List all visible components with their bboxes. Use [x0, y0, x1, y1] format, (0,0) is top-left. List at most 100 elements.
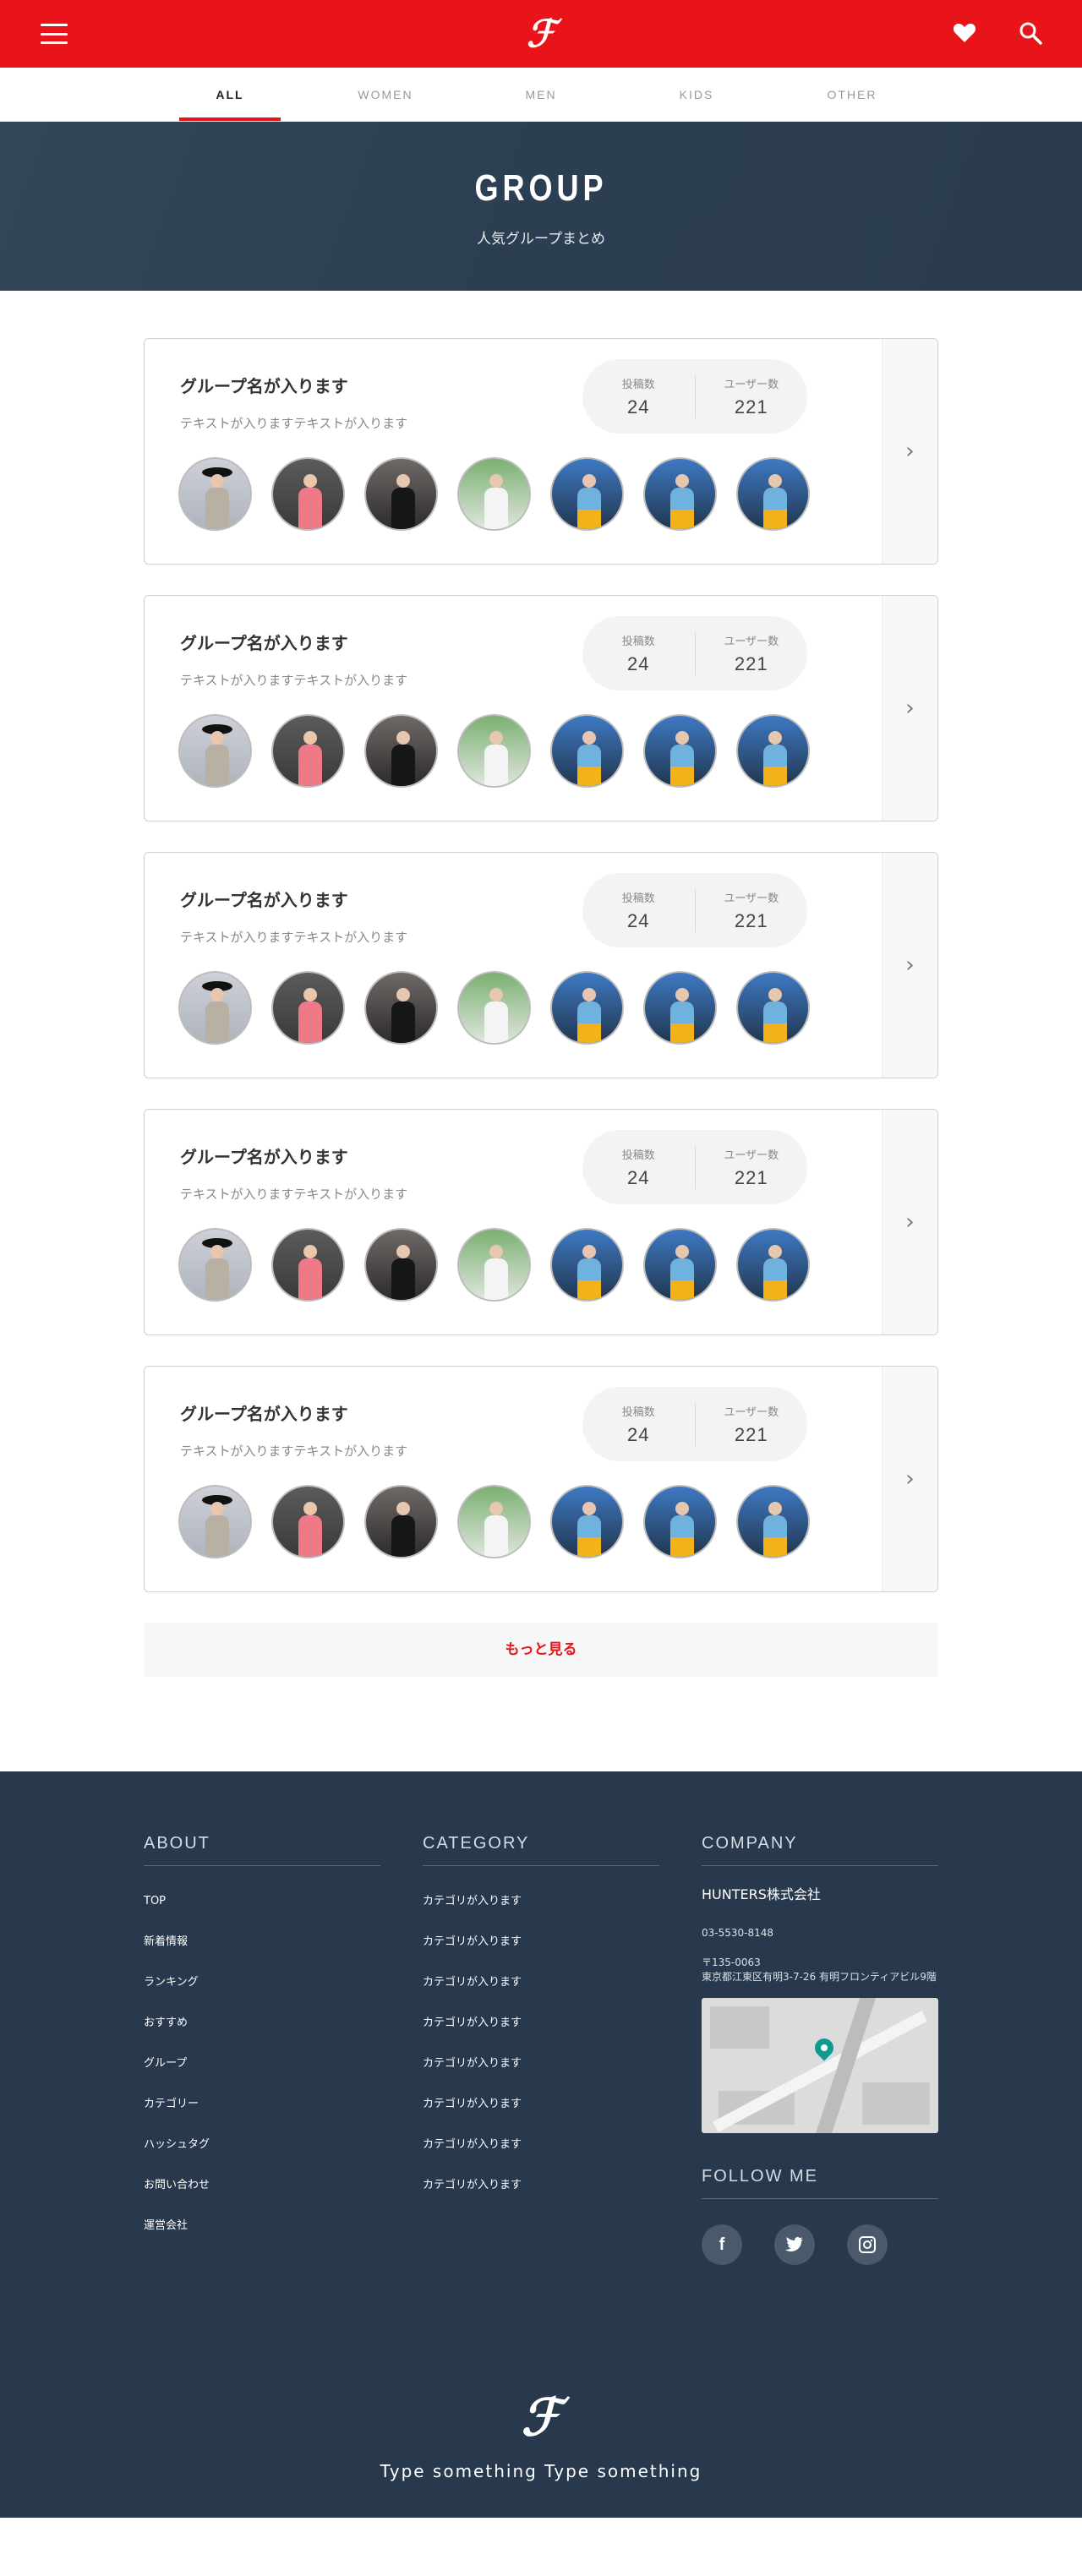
page-subtitle: 人気グループまとめ: [477, 231, 605, 248]
member-avatars: [178, 1228, 810, 1302]
site-logo[interactable]: ℱ: [527, 13, 556, 56]
member-avatar: [643, 714, 717, 788]
member-avatar: [550, 1228, 624, 1302]
group-card-body: グループ名が入ります テキストが入りますテキストが入ります 投稿数 24 ユーザ…: [145, 853, 882, 1078]
group-card[interactable]: グループ名が入ります テキストが入りますテキストが入ります 投稿数 24 ユーザ…: [144, 1109, 938, 1335]
member-avatar: [736, 971, 810, 1045]
chevron-right-icon[interactable]: ›: [882, 596, 937, 821]
footer-category-link[interactable]: カテゴリが入ります: [423, 2084, 659, 2125]
footer-category-link[interactable]: カテゴリが入ります: [423, 1922, 659, 1962]
avatar-head: [768, 731, 782, 745]
users-label: ユーザー数: [724, 378, 779, 391]
instagram-icon[interactable]: [847, 2224, 888, 2265]
footer-category-link[interactable]: カテゴリが入ります: [423, 2044, 659, 2084]
avatar-body: [484, 1001, 508, 1043]
avatar-head: [303, 1502, 317, 1515]
twitter-icon[interactable]: [774, 2224, 815, 2265]
avatar-head: [396, 474, 410, 488]
footer-logo[interactable]: ℱ: [0, 2388, 1082, 2448]
footer-about-link[interactable]: ランキング: [144, 1962, 380, 2003]
footer-about-link[interactable]: おすすめ: [144, 2003, 380, 2044]
footer-about-link[interactable]: 運営会社: [144, 2206, 380, 2246]
group-card[interactable]: グループ名が入ります テキストが入りますテキストが入ります 投稿数 24 ユーザ…: [144, 1366, 938, 1592]
posts-label: 投稿数: [621, 378, 655, 391]
avatar-body: [391, 488, 415, 529]
member-avatar: [457, 1485, 531, 1558]
hamburger-icon[interactable]: [41, 20, 68, 47]
tab-men[interactable]: MEN: [463, 68, 619, 121]
member-avatar: [457, 714, 531, 788]
footer-category-link[interactable]: カテゴリが入ります: [423, 2003, 659, 2044]
avatar-head: [396, 1502, 410, 1515]
footer-about-link[interactable]: TOP: [144, 1881, 380, 1922]
member-avatar: [736, 1485, 810, 1558]
member-avatar: [550, 457, 624, 531]
member-avatar: [178, 457, 252, 531]
map-block: [710, 2006, 769, 2049]
social-links: f: [702, 2224, 938, 2265]
load-more-button[interactable]: もっと見る: [144, 1623, 938, 1677]
group-card-body: グループ名が入ります テキストが入りますテキストが入ります 投稿数 24 ユーザ…: [145, 1110, 882, 1334]
member-avatar: [364, 1485, 438, 1558]
group-card[interactable]: グループ名が入ります テキストが入りますテキストが入ります 投稿数 24 ユーザ…: [144, 595, 938, 821]
users-label: ユーザー数: [724, 1149, 779, 1162]
avatar-body: [391, 1258, 415, 1300]
footer-about-link[interactable]: お問い合わせ: [144, 2165, 380, 2206]
chevron-right-icon[interactable]: ›: [882, 853, 937, 1078]
users-count: 221: [734, 396, 768, 418]
footer-about-link[interactable]: 新着情報: [144, 1922, 380, 1962]
avatar-body: [391, 1515, 415, 1557]
group-card[interactable]: グループ名が入ります テキストが入りますテキストが入ります 投稿数 24 ユーザ…: [144, 338, 938, 565]
facebook-icon[interactable]: f: [702, 2224, 742, 2265]
avatar-body: [391, 745, 415, 786]
menu-bar: [41, 24, 68, 26]
avatar-head: [489, 731, 503, 745]
avatar-body: [577, 488, 601, 529]
avatar-head: [210, 1245, 224, 1258]
footer-category: CATEGORY カテゴリが入ります カテゴリが入ります カテゴリが入ります カテゴリ…: [423, 1834, 659, 2265]
member-avatar: [271, 1485, 345, 1558]
tab-all[interactable]: ALL: [152, 68, 308, 121]
footer-about-link[interactable]: グループ: [144, 2044, 380, 2084]
member-avatar: [550, 971, 624, 1045]
group-stats: 投稿数 24 ユーザー数 221: [582, 359, 807, 434]
member-avatars: [178, 971, 810, 1045]
footer-tagline: Type something Type something: [380, 2461, 702, 2481]
users-stat: ユーザー数 221: [694, 374, 808, 418]
avatar-body: [205, 488, 229, 529]
tab-kids[interactable]: KIDS: [619, 68, 774, 121]
users-label: ユーザー数: [724, 635, 779, 648]
footer-category-link[interactable]: カテゴリが入ります: [423, 2165, 659, 2206]
footer-category-link[interactable]: カテゴリが入ります: [423, 2125, 659, 2165]
tab-other[interactable]: OTHER: [774, 68, 930, 121]
avatar-body: [205, 745, 229, 786]
footer-category-link[interactable]: カテゴリが入ります: [423, 1962, 659, 2003]
users-stat: ユーザー数 221: [694, 631, 808, 675]
chevron-right-icon[interactable]: ›: [882, 1110, 937, 1334]
company-map[interactable]: [702, 1998, 938, 2133]
avatar-body: [298, 1515, 322, 1557]
about-links: TOP 新着情報 ランキング おすすめ グループ カテゴリー ハッシュタグ お問い合わせ 運営会…: [144, 1881, 380, 2246]
member-avatar: [643, 1485, 717, 1558]
member-avatar: [736, 1228, 810, 1302]
search-icon[interactable]: [1016, 19, 1045, 47]
chevron-right-icon[interactable]: ›: [882, 339, 937, 564]
footer-about-link[interactable]: カテゴリー: [144, 2084, 380, 2125]
category-tabs: ALL WOMEN MEN KIDS OTHER: [0, 68, 1082, 122]
footer-category-link[interactable]: カテゴリが入ります: [423, 1881, 659, 1922]
avatar-head: [768, 988, 782, 1001]
hero-banner: GROUP 人気グループまとめ: [0, 122, 1082, 291]
member-avatar: [643, 971, 717, 1045]
member-avatars: [178, 1485, 810, 1558]
footer-about-link[interactable]: ハッシュタグ: [144, 2125, 380, 2165]
member-avatar: [178, 1485, 252, 1558]
avatar-body: [577, 1001, 601, 1043]
group-card[interactable]: グループ名が入ります テキストが入りますテキストが入ります 投稿数 24 ユーザ…: [144, 852, 938, 1078]
avatar-body: [484, 1515, 508, 1557]
avatar-body: [205, 1001, 229, 1043]
chevron-right-icon[interactable]: ›: [882, 1367, 937, 1591]
tab-women[interactable]: WOMEN: [308, 68, 463, 121]
heart-icon[interactable]: [950, 19, 979, 47]
posts-label: 投稿数: [621, 1405, 655, 1419]
member-avatar: [271, 714, 345, 788]
